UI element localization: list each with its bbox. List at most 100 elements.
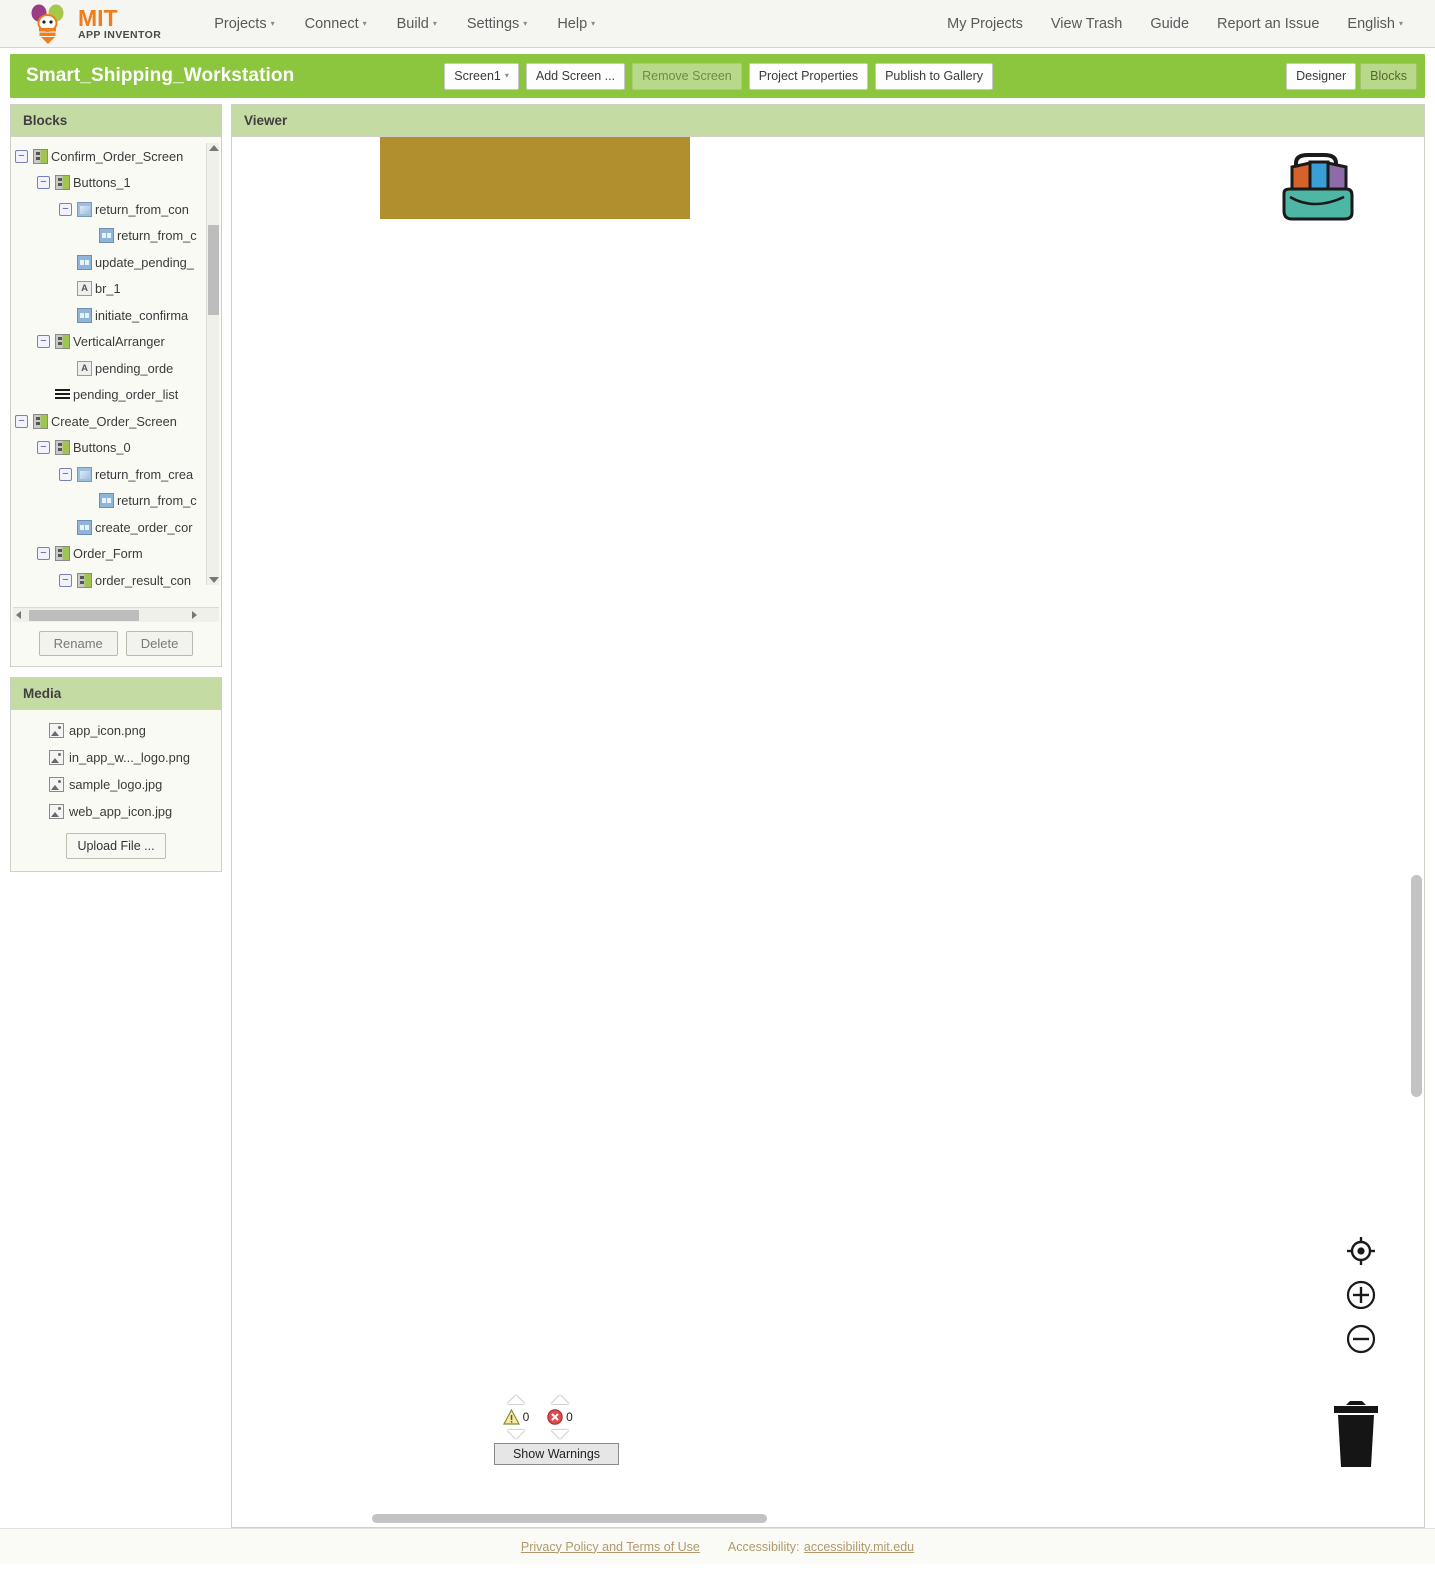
tree-item-pending_order_list[interactable]: pending_order_list [11,382,221,409]
zoom-out-icon[interactable] [1345,1323,1377,1355]
component-tree[interactable]: − Confirm_Order_Screen − Buttons_1− return_f… [11,137,221,607]
tree-item-pending_orde[interactable]: Apending_orde [11,355,221,382]
media-item[interactable]: sample_logo.jpg [11,771,221,798]
menu-projects[interactable]: Projects ▾ [199,10,289,38]
warnings-counter[interactable]: 0 [494,1395,538,1439]
tree-item-confirm_order_screen[interactable]: − Confirm_Order_Screen [11,143,221,170]
canvas-horizontal-scrollbar[interactable] [372,1514,767,1523]
scroll-down-icon[interactable] [209,577,219,583]
tree-item-create_order_screen[interactable]: − Create_Order_Screen [11,408,221,435]
tree-item-br_1[interactable]: Abr_1 [11,276,221,303]
menu-report-issue-label: Report an Issue [1217,15,1320,32]
tree-expander-icon[interactable]: − [59,202,72,216]
delete-button[interactable]: Delete [125,631,194,656]
scrollbar-thumb[interactable] [29,610,139,621]
menu-my-projects[interactable]: My Projects [933,10,1037,38]
trash-icon[interactable] [1326,1397,1386,1469]
button-icon [99,493,114,509]
blocks-canvas-container[interactable]: 0 0 Show Warnings [232,136,1424,1527]
tree-expander-icon[interactable]: − [37,441,50,455]
designer-toggle-button[interactable]: Designer [1286,62,1357,90]
screen-icon [55,546,70,562]
tree-vertical-scrollbar[interactable] [206,143,219,585]
top-block-fragment[interactable] [380,137,690,219]
privacy-policy-link[interactable]: Privacy Policy and Terms of Use [521,1540,700,1554]
scroll-right-icon[interactable] [192,611,197,619]
menu-view-trash[interactable]: View Trash [1037,10,1136,38]
media-panel-header: Media [11,678,221,710]
errors-counter[interactable]: 0 [538,1395,582,1439]
scroll-up-icon[interactable] [209,145,219,151]
warning-up-arrow-icon[interactable] [507,1395,525,1404]
menu-language[interactable]: English ▾ [1333,10,1417,38]
project-toolbar: Smart_Shipping_Workstation Screen1 ▾ Add … [10,54,1425,98]
tree-item-initiate_confirma[interactable]: initiate_confirma [11,302,221,329]
tree-item-create_order_cor[interactable]: create_order_cor [11,514,221,541]
menu-my-projects-label: My Projects [947,15,1023,32]
menu-view-trash-label: View Trash [1050,15,1123,32]
logo-subtitle: APP INVENTOR [78,28,162,41]
blocks-panel-header: Blocks [11,105,221,137]
backpack-icon[interactable] [1266,145,1366,227]
menu-build[interactable]: Build ▾ [382,10,452,38]
show-warnings-button[interactable]: Show Warnings [494,1443,619,1465]
center-blocks-icon[interactable] [1345,1235,1377,1267]
tree-item-label: return_from_c [117,493,197,509]
tree-item-buttons_0[interactable]: − Buttons_0 [11,435,221,462]
project-properties-button[interactable]: Project Properties [748,62,869,90]
media-item[interactable]: app_icon.png [11,717,221,744]
scroll-left-icon[interactable] [16,611,21,619]
tree-horizontal-scrollbar[interactable] [13,607,219,622]
bee-logo-icon [26,4,70,44]
tree-item-verticalarranger[interactable]: − VerticalArranger [11,329,221,356]
menu-connect-label: Connect [304,15,359,32]
rename-button[interactable]: Rename [38,631,118,656]
error-circle-icon [547,1409,563,1425]
accessibility-link[interactable]: accessibility.mit.edu [804,1540,914,1554]
add-screen-button[interactable]: Add Screen ... [525,62,626,90]
tree-expander-icon[interactable]: − [15,149,28,163]
upload-file-button[interactable]: Upload File ... [66,833,166,859]
tree-expander-icon[interactable]: − [37,335,50,349]
blocks-toggle-button[interactable]: Blocks [1360,62,1417,90]
blocks-panel: Blocks − Confirm_Order_Screen − Buttons_1− r… [10,104,222,667]
menu-connect[interactable]: Connect ▾ [290,10,382,38]
mit-app-inventor-logo[interactable]: MIT APP INVENTOR [26,4,161,44]
menu-help[interactable]: Help ▾ [542,10,610,38]
canvas-vertical-scrollbar[interactable] [1411,875,1422,1097]
chevron-down-icon: ▾ [591,18,596,28]
remove-screen-button[interactable]: Remove Screen [632,62,742,90]
scrollbar-thumb[interactable] [208,225,219,315]
tree-item-order_form[interactable]: − Order_Form [11,541,221,568]
error-down-arrow-icon[interactable] [551,1430,569,1439]
tree-item-order_result_con[interactable]: − order_result_con [11,567,221,594]
tree-expander-icon[interactable]: − [37,547,50,561]
zoom-in-icon[interactable] [1345,1279,1377,1311]
button-icon [77,254,92,270]
button-icon [99,228,114,244]
menu-report-issue[interactable]: Report an Issue [1203,10,1333,38]
media-item[interactable]: in_app_w..._logo.png [11,744,221,771]
tree-expander-icon[interactable]: − [15,414,28,428]
tree-item-return_from_c[interactable]: return_from_c [11,488,221,515]
tree-expander-icon[interactable]: − [59,467,72,481]
menu-guide[interactable]: Guide [1136,10,1203,38]
warning-down-arrow-icon[interactable] [507,1430,525,1439]
screen-selector[interactable]: Screen1 ▾ [444,62,519,90]
media-item[interactable]: web_app_icon.jpg [11,798,221,825]
tree-item-label: return_from_crea [95,466,194,482]
menu-build-label: Build [396,15,429,32]
tree-item-return_from_c[interactable]: return_from_c [11,223,221,250]
publish-to-gallery-button[interactable]: Publish to Gallery [875,62,994,90]
tree-item-update_pending_[interactable]: update_pending_ [11,249,221,276]
tree-item-return_from_con[interactable]: − return_from_con [11,196,221,223]
tree-expander-icon[interactable]: − [37,176,50,190]
tree-item-return_from_crea[interactable]: − return_from_crea [11,461,221,488]
tree-expander-icon[interactable]: − [59,573,72,587]
error-up-arrow-icon[interactable] [551,1395,569,1404]
blocks-canvas[interactable] [232,137,1424,1527]
tree-item-buttons_1[interactable]: − Buttons_1 [11,170,221,197]
menu-settings[interactable]: Settings ▾ [452,10,542,38]
